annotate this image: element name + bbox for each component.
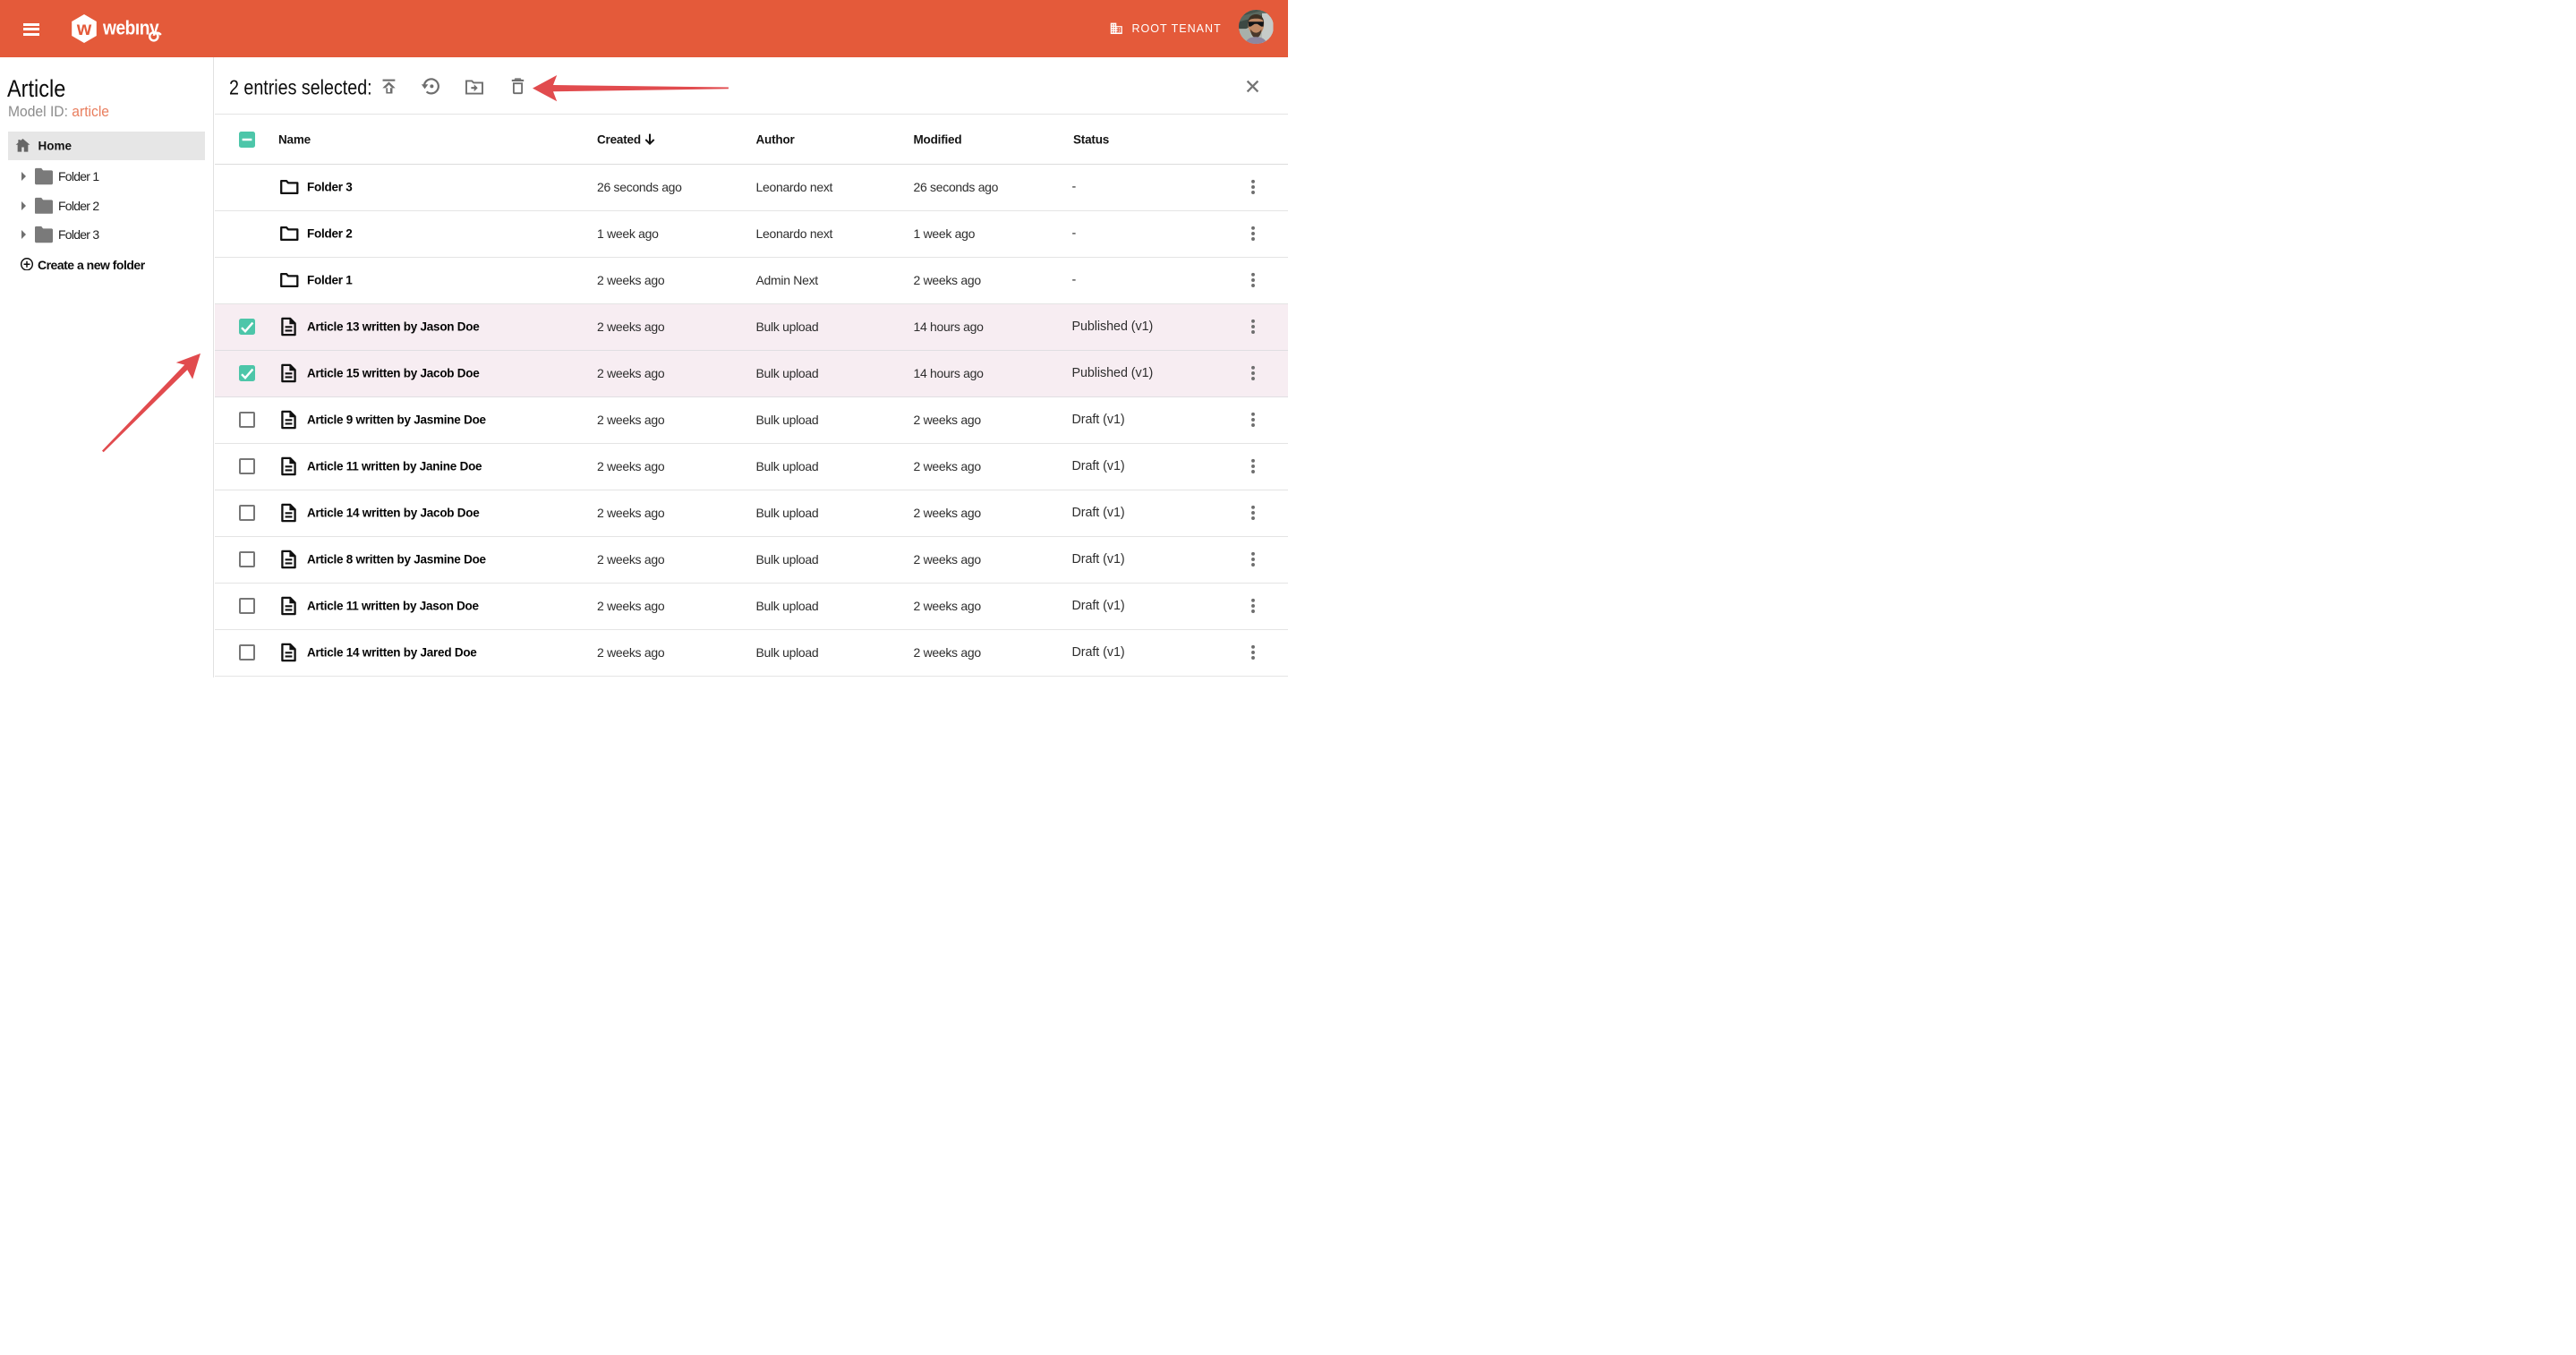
- svg-text:w: w: [75, 19, 91, 39]
